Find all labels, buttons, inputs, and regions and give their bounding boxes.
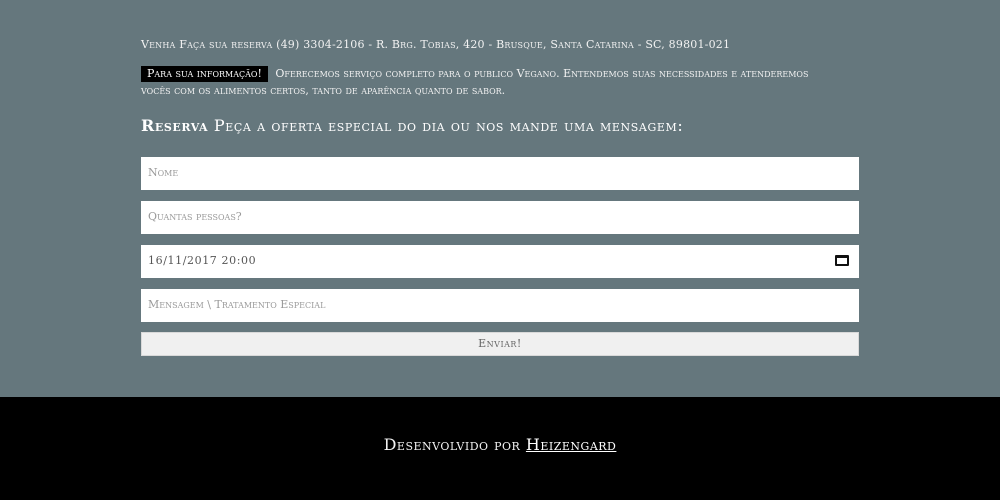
developer-link[interactable]: Heizengard (526, 435, 616, 454)
calendar-icon[interactable] (835, 255, 849, 266)
info-paragraph: Para sua informação! Oferecemos serviço … (141, 65, 831, 99)
reservation-heading-text: Peça a oferta especial do dia ou nos man… (213, 116, 684, 135)
message-placeholder: Mensagem \ Tratamento Especial (148, 298, 326, 311)
footer-credit: Desenvolvido por Heizengard (0, 435, 1000, 454)
reservation-heading: Reserva Peça a oferta especial do dia ou… (141, 116, 859, 135)
reservation-heading-strong: Reserva (141, 116, 209, 135)
name-field[interactable]: Nome (141, 157, 859, 190)
contact-line: Venha Faça sua reserva (49) 3304-2106 - … (141, 38, 731, 51)
footer: Desenvolvido por Heizengard (0, 397, 1000, 500)
reservation-section: Venha Faça sua reserva (49) 3304-2106 - … (0, 0, 1000, 397)
footer-prefix: Desenvolvido por (383, 435, 521, 454)
datetime-value: 16/11/2017 20:00 (148, 254, 257, 267)
message-field[interactable]: Mensagem \ Tratamento Especial (141, 289, 859, 322)
people-placeholder: Quantas pessoas? (148, 210, 242, 223)
people-field[interactable]: Quantas pessoas? (141, 201, 859, 234)
info-tag: Para sua informação! (141, 66, 268, 82)
name-placeholder: Nome (148, 166, 179, 179)
send-button[interactable]: Enviar! (141, 332, 859, 356)
datetime-field[interactable]: 16/11/2017 20:00 (141, 245, 859, 278)
